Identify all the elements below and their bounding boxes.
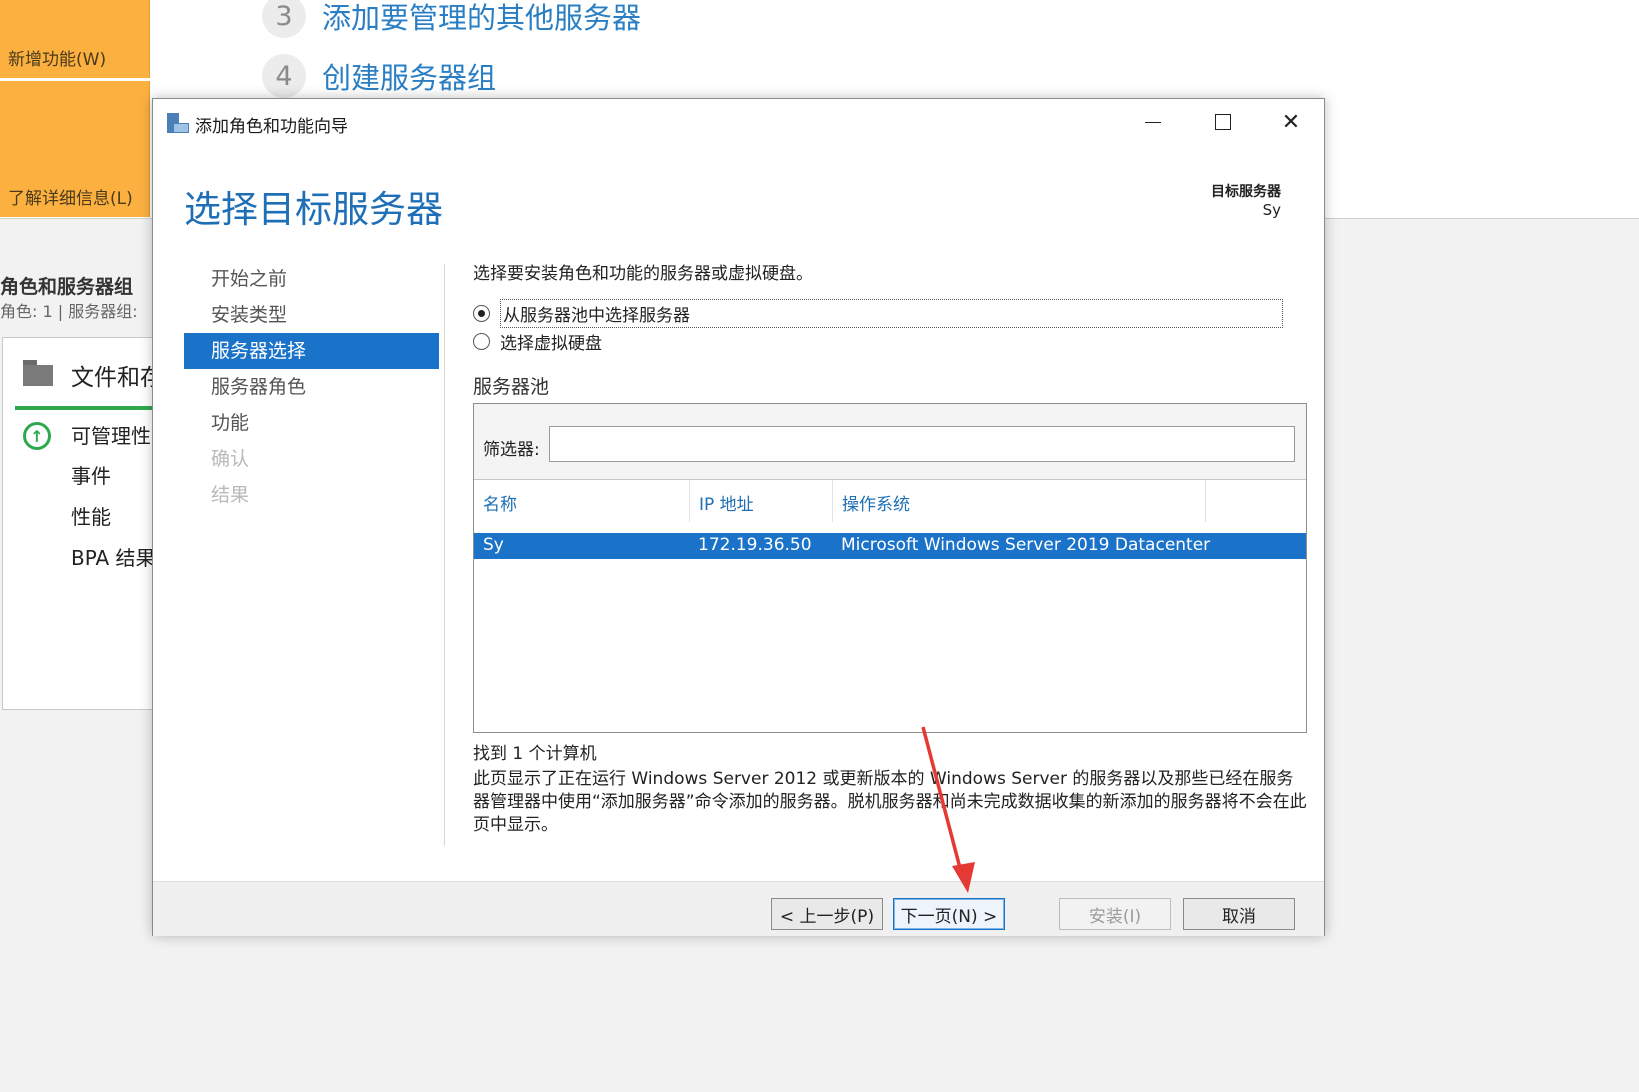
nav-server-roles[interactable]: 服务器角色 xyxy=(184,369,439,405)
nav-features[interactable]: 功能 xyxy=(184,405,439,441)
instruction-text: 选择要安装角色和功能的服务器或虚拟硬盘。 xyxy=(473,264,813,284)
column-separator[interactable] xyxy=(689,480,690,522)
column-separator[interactable] xyxy=(1205,480,1206,522)
add-roles-wizard-dialog: 添加角色和功能向导 ✕ 选择目标服务器 目标服务器 Sy 开始之前 安装类型 服… xyxy=(152,98,1325,936)
column-header-os[interactable]: 操作系统 xyxy=(842,490,910,515)
radio-server-pool-option[interactable]: 从服务器池中选择服务器 xyxy=(473,299,1283,328)
install-button: 安装(I) xyxy=(1059,898,1171,930)
quickstart-step-3[interactable]: 3 添加要管理的其他服务器 xyxy=(262,0,641,38)
quickstart-step-4[interactable]: 4 创建服务器组 xyxy=(262,54,496,98)
role-tile-title[interactable]: 文件和存 xyxy=(71,358,163,392)
folder-icon xyxy=(23,360,55,386)
cell-os: Microsoft Windows Server 2019 Datacenter xyxy=(841,535,1211,555)
found-count: 找到 1 个计算机 xyxy=(473,744,597,764)
server-pool-table: 筛选器: 名称 IP 地址 操作系统 Sy 172.19.36.50 Micro… xyxy=(473,403,1307,733)
radio-server-pool[interactable] xyxy=(473,305,490,322)
destination-server-label: 目标服务器 xyxy=(1211,184,1281,200)
cell-name: Sy xyxy=(483,535,504,555)
step-number: 3 xyxy=(262,0,306,38)
close-icon: ✕ xyxy=(1281,109,1301,135)
wizard-nav: 开始之前 安装类型 服务器选择 服务器角色 功能 确认 结果 xyxy=(184,261,439,513)
step-link-add-servers[interactable]: 添加要管理的其他服务器 xyxy=(322,0,641,37)
page-title: 选择目标服务器 xyxy=(184,188,443,231)
tile-whats-new-label: 新增功能(W) xyxy=(8,50,107,70)
radio-server-pool-label[interactable]: 从服务器池中选择服务器 xyxy=(500,299,1283,328)
roles-groups-subtitle: 角色: 1 | 服务器组: xyxy=(0,302,138,321)
cancel-button[interactable]: 取消 xyxy=(1183,898,1295,930)
minimize-button[interactable] xyxy=(1118,99,1188,145)
table-row[interactable]: Sy 172.19.36.50 Microsoft Windows Server… xyxy=(474,533,1306,559)
close-button[interactable]: ✕ xyxy=(1256,99,1326,145)
manageability-up-icon: ↑ xyxy=(23,422,51,450)
radio-vhd-option[interactable]: 选择虚拟硬盘 xyxy=(473,329,602,354)
filter-bar: 筛选器: xyxy=(474,404,1306,480)
nav-confirmation: 确认 xyxy=(211,448,250,470)
role-tile-events[interactable]: 事件 xyxy=(71,460,111,489)
column-header-name[interactable]: 名称 xyxy=(483,490,517,515)
status-bar xyxy=(15,406,163,410)
role-tile-bpa[interactable]: BPA 结果 xyxy=(71,542,156,571)
destination-server-value: Sy xyxy=(1262,201,1281,219)
previous-button[interactable]: < 上一步(P) xyxy=(771,898,883,930)
nav-server-selection[interactable]: 服务器选择 xyxy=(184,333,439,369)
nav-results: 结果 xyxy=(211,484,250,506)
nav-installation-type[interactable]: 安装类型 xyxy=(184,297,439,333)
role-tile-file-storage[interactable]: 文件和存 ↑ 可管理性 事件 性能 BPA 结果 xyxy=(2,337,163,710)
filter-label: 筛选器: xyxy=(483,440,540,460)
role-tile-manageability[interactable]: 可管理性 xyxy=(71,420,151,449)
radio-vhd[interactable] xyxy=(473,333,490,350)
title-bar[interactable]: 添加角色和功能向导 ✕ xyxy=(153,99,1324,147)
role-tile-performance[interactable]: 性能 xyxy=(71,501,111,530)
radio-vhd-label[interactable]: 选择虚拟硬盘 xyxy=(500,329,602,354)
wizard-icon xyxy=(167,113,189,133)
server-pool-label: 服务器池 xyxy=(473,376,550,398)
next-button[interactable]: 下一页(N) > xyxy=(893,898,1005,930)
step-number: 4 xyxy=(262,54,306,98)
column-separator[interactable] xyxy=(832,480,833,522)
description-text: 此页显示了正在运行 Windows Server 2012 或更新版本的 Win… xyxy=(473,769,1307,835)
column-header-ip[interactable]: IP 地址 xyxy=(699,490,754,515)
table-header: 名称 IP 地址 操作系统 xyxy=(474,480,1306,522)
nav-before-you-begin[interactable]: 开始之前 xyxy=(184,261,439,297)
cell-ip: 172.19.36.50 xyxy=(698,535,812,555)
tile-whats-new[interactable]: 新增功能(W) xyxy=(0,0,150,78)
maximize-icon xyxy=(1215,114,1231,130)
button-bar: < 上一步(P) 下一页(N) > 安装(I) 取消 xyxy=(153,881,1324,936)
tile-learn-more[interactable]: 了解详细信息(L) xyxy=(0,81,150,217)
filter-input[interactable] xyxy=(549,426,1295,462)
window-title: 添加角色和功能向导 xyxy=(195,117,348,137)
nav-divider xyxy=(444,264,445,846)
tile-learn-more-label: 了解详细信息(L) xyxy=(8,189,133,209)
maximize-button[interactable] xyxy=(1188,99,1258,145)
roles-groups-title: 角色和服务器组 xyxy=(0,276,134,298)
step-link-create-group[interactable]: 创建服务器组 xyxy=(322,55,496,97)
minimize-icon xyxy=(1145,121,1161,123)
